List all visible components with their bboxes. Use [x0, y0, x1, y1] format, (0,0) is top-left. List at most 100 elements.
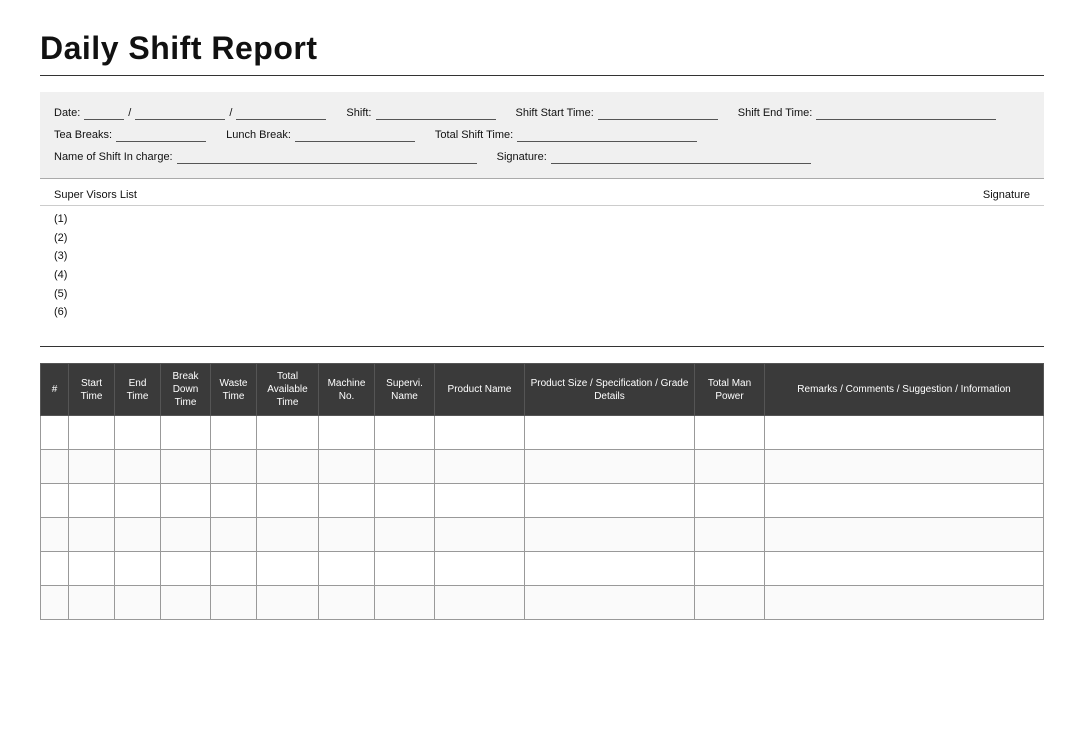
cell-avail-5[interactable] — [257, 552, 319, 586]
cell-spec-3[interactable] — [525, 484, 695, 518]
name-input[interactable] — [177, 150, 477, 164]
cell-product-2[interactable] — [435, 450, 525, 484]
tea-breaks-input[interactable] — [116, 128, 206, 142]
date-day-input[interactable] — [84, 106, 124, 120]
shift-input[interactable] — [376, 106, 496, 120]
cell-end-4[interactable] — [115, 518, 161, 552]
cell-supervi-1[interactable] — [375, 416, 435, 450]
cell-hash-5[interactable] — [41, 552, 69, 586]
cell-machine-5[interactable] — [319, 552, 375, 586]
cell-product-5[interactable] — [435, 552, 525, 586]
signature-input[interactable] — [551, 150, 811, 164]
cell-machine-2[interactable] — [319, 450, 375, 484]
cell-waste-2[interactable] — [211, 450, 257, 484]
cell-supervi-4[interactable] — [375, 518, 435, 552]
shift-end-input[interactable] — [816, 106, 996, 120]
cell-supervi-3[interactable] — [375, 484, 435, 518]
date-field: Date: / / — [54, 106, 326, 120]
cell-hash-4[interactable] — [41, 518, 69, 552]
supervisor-item-6: (6) — [54, 303, 1030, 322]
cell-remarks-1[interactable] — [765, 416, 1044, 450]
cell-spec-2[interactable] — [525, 450, 695, 484]
shift-start-input[interactable] — [598, 106, 718, 120]
cell-avail-2[interactable] — [257, 450, 319, 484]
cell-start-3[interactable] — [69, 484, 115, 518]
cell-waste-5[interactable] — [211, 552, 257, 586]
cell-remarks-5[interactable] — [765, 552, 1044, 586]
cell-end-3[interactable] — [115, 484, 161, 518]
name-field: Name of Shift In charge: — [54, 150, 477, 164]
title-divider — [40, 75, 1044, 76]
cell-break-3[interactable] — [161, 484, 211, 518]
cell-hash-3[interactable] — [41, 484, 69, 518]
cell-remarks-2[interactable] — [765, 450, 1044, 484]
cell-manpower-1[interactable] — [695, 416, 765, 450]
cell-start-2[interactable] — [69, 450, 115, 484]
cell-waste-6[interactable] — [211, 586, 257, 620]
cell-manpower-5[interactable] — [695, 552, 765, 586]
cell-avail-4[interactable] — [257, 518, 319, 552]
shift-end-field: Shift End Time: — [738, 106, 997, 120]
cell-waste-1[interactable] — [211, 416, 257, 450]
cell-break-2[interactable] — [161, 450, 211, 484]
cell-manpower-2[interactable] — [695, 450, 765, 484]
cell-manpower-6[interactable] — [695, 586, 765, 620]
cell-machine-6[interactable] — [319, 586, 375, 620]
page-title: Daily Shift Report — [40, 30, 1044, 67]
cell-product-1[interactable] — [435, 416, 525, 450]
cell-waste-3[interactable] — [211, 484, 257, 518]
cell-manpower-4[interactable] — [695, 518, 765, 552]
cell-product-3[interactable] — [435, 484, 525, 518]
supervisors-list: (1) (2) (3) (4) (5) (6) — [40, 206, 1044, 326]
cell-spec-4[interactable] — [525, 518, 695, 552]
cell-manpower-3[interactable] — [695, 484, 765, 518]
cell-supervi-5[interactable] — [375, 552, 435, 586]
cell-remarks-6[interactable] — [765, 586, 1044, 620]
cell-machine-1[interactable] — [319, 416, 375, 450]
cell-break-1[interactable] — [161, 416, 211, 450]
cell-avail-3[interactable] — [257, 484, 319, 518]
supervisors-header: Super Visors List Signature — [40, 185, 1044, 206]
cell-end-6[interactable] — [115, 586, 161, 620]
info-row-3: Name of Shift In charge: Signature: — [54, 146, 1030, 168]
cell-machine-3[interactable] — [319, 484, 375, 518]
cell-supervi-2[interactable] — [375, 450, 435, 484]
cell-break-6[interactable] — [161, 586, 211, 620]
cell-waste-4[interactable] — [211, 518, 257, 552]
total-shift-field: Total Shift Time: — [435, 128, 697, 142]
cell-spec-5[interactable] — [525, 552, 695, 586]
cell-break-5[interactable] — [161, 552, 211, 586]
cell-end-2[interactable] — [115, 450, 161, 484]
table-row — [41, 518, 1044, 552]
cell-remarks-3[interactable] — [765, 484, 1044, 518]
supervisors-signature-label: Signature — [983, 189, 1030, 201]
cell-hash-1[interactable] — [41, 416, 69, 450]
cell-start-4[interactable] — [69, 518, 115, 552]
signature-field: Signature: — [497, 150, 811, 164]
date-month-input[interactable] — [135, 106, 225, 120]
cell-remarks-4[interactable] — [765, 518, 1044, 552]
cell-supervi-6[interactable] — [375, 586, 435, 620]
cell-start-5[interactable] — [69, 552, 115, 586]
cell-avail-6[interactable] — [257, 586, 319, 620]
cell-hash-6[interactable] — [41, 586, 69, 620]
cell-break-4[interactable] — [161, 518, 211, 552]
cell-spec-6[interactable] — [525, 586, 695, 620]
total-shift-input[interactable] — [517, 128, 697, 142]
cell-product-6[interactable] — [435, 586, 525, 620]
cell-machine-4[interactable] — [319, 518, 375, 552]
cell-spec-1[interactable] — [525, 416, 695, 450]
col-header-end-time: End Time — [115, 364, 161, 416]
table-row — [41, 552, 1044, 586]
col-header-machine: Machine No. — [319, 364, 375, 416]
date-year-input[interactable] — [236, 106, 326, 120]
lunch-break-input[interactable] — [295, 128, 415, 142]
cell-hash-2[interactable] — [41, 450, 69, 484]
cell-start-6[interactable] — [69, 586, 115, 620]
cell-end-1[interactable] — [115, 416, 161, 450]
cell-product-4[interactable] — [435, 518, 525, 552]
col-header-product: Product Name — [435, 364, 525, 416]
cell-start-1[interactable] — [69, 416, 115, 450]
cell-avail-1[interactable] — [257, 416, 319, 450]
cell-end-5[interactable] — [115, 552, 161, 586]
